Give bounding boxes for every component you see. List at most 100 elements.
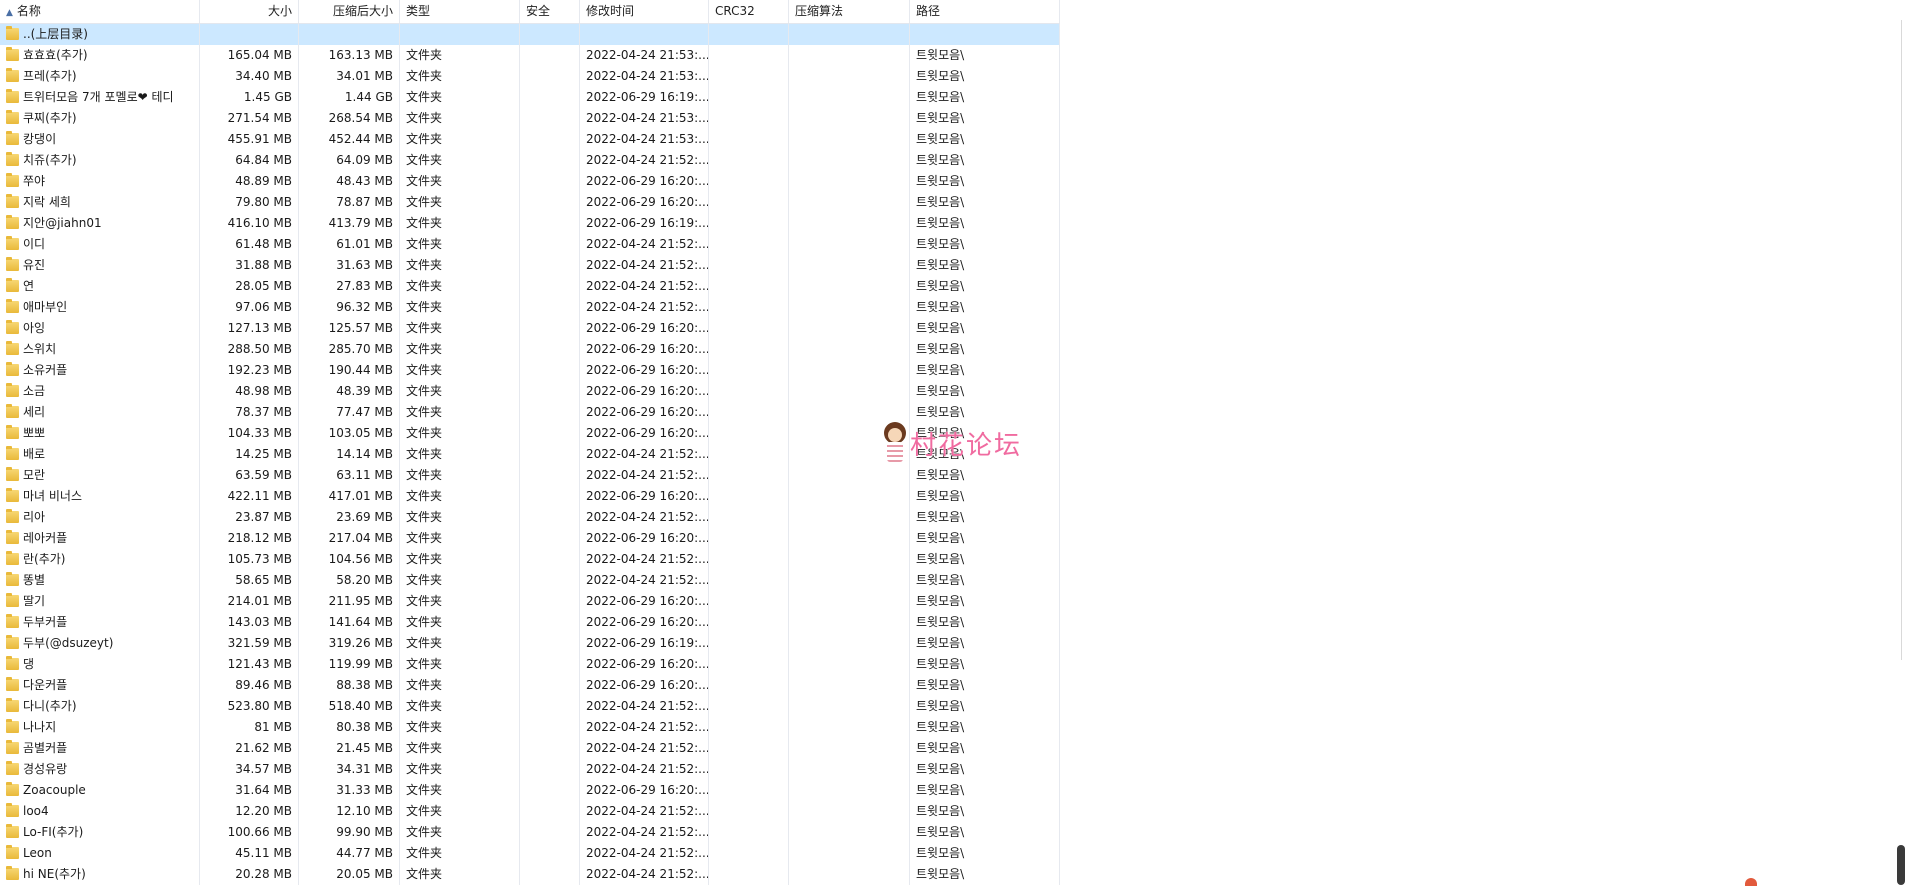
table-row[interactable]: 다운커플 89.46 MB 88.38 MB 文件夹 2022-06-29 16:20:… [0,675,1060,696]
row-size: 48.98 MB [200,381,299,402]
row-size: 78.37 MB [200,402,299,423]
row-name: 레아커플 [0,528,200,549]
row-modified: 2022-06-29 16:19:... [580,213,709,234]
row-packed-size: 119.99 MB [299,654,400,675]
table-row[interactable]: 리아 23.87 MB 23.69 MB 文件夹 2022-04-24 21:52:..… [0,507,1060,528]
table-row[interactable]: 란(추가) 105.73 MB 104.56 MB 文件夹 2022-04-24 21:… [0,549,1060,570]
row-path: 트윗모음\ [910,276,1060,297]
column-header-size[interactable]: 大小 [200,0,299,23]
row-size: 12.20 MB [200,801,299,822]
parent-directory-row[interactable]: ..(上层目录) [0,24,1060,45]
row-name-label: Zoacouple [23,783,86,797]
table-row[interactable]: 캉댕이 455.91 MB 452.44 MB 文件夹 2022-04-24 21:53… [0,129,1060,150]
table-row[interactable]: 나나지 81 MB 80.38 MB 文件夹 2022-04-24 21:52:... 트… [0,717,1060,738]
scrollbar-track[interactable] [1901,20,1902,660]
table-row[interactable]: hi NE(추가) 20.28 MB 20.05 MB 文件夹 2022-04-24 2… [0,864,1060,885]
row-path: 트윗모음\ [910,654,1060,675]
folder-icon [6,362,19,376]
folder-icon [6,236,19,250]
row-modified: 2022-06-29 16:20:... [580,192,709,213]
table-row[interactable]: Zoacouple 31.64 MB 31.33 MB 文件夹 2022-06-29 1… [0,780,1060,801]
row-modified: 2022-04-24 21:52:... [580,801,709,822]
table-row[interactable]: 댕 121.43 MB 119.99 MB 文件夹 2022-06-29 16:20:.… [0,654,1060,675]
row-type: 文件夹 [400,45,520,66]
row-type: 文件夹 [400,864,520,885]
column-header-type[interactable]: 类型 [400,0,520,23]
row-modified: 2022-06-29 16:20:... [580,339,709,360]
table-row[interactable]: 지안@jiahn01 416.10 MB 413.79 MB 文件夹 2022-06-2… [0,213,1060,234]
table-row[interactable]: 애마부인 97.06 MB 96.32 MB 文件夹 2022-04-24 21:52:… [0,297,1060,318]
scrollbar-thumb[interactable] [1897,845,1905,885]
table-row[interactable]: 소금 48.98 MB 48.39 MB 文件夹 2022-06-29 16:20:..… [0,381,1060,402]
row-name-label: 두부커플 [23,615,68,629]
table-row[interactable]: 두부(@dsuzeyt) 321.59 MB 319.26 MB 文件夹 2022-06… [0,633,1060,654]
row-crc [709,402,789,423]
row-size: 121.43 MB [200,654,299,675]
column-header-packed[interactable]: 压缩后大小 [299,0,400,23]
row-name: 지락 세희 [0,192,200,213]
row-security [520,423,580,444]
row-crc [709,465,789,486]
row-size: 34.57 MB [200,759,299,780]
table-row[interactable]: 소유커플 192.23 MB 190.44 MB 文件夹 2022-06-29 16:2… [0,360,1060,381]
row-crc [709,486,789,507]
row-modified: 2022-04-24 21:52:... [580,864,709,885]
table-row[interactable]: 유진 31.88 MB 31.63 MB 文件夹 2022-04-24 21:52:..… [0,255,1060,276]
table-row[interactable]: 딸기 214.01 MB 211.95 MB 文件夹 2022-06-29 16:20:… [0,591,1060,612]
folder-icon [6,299,19,313]
folder-icon [6,68,19,82]
column-header-security[interactable]: 安全 [520,0,580,23]
table-row[interactable]: 효효효(추가) 165.04 MB 163.13 MB 文件夹 2022-04-24 2… [0,45,1060,66]
table-row[interactable]: 아잉 127.13 MB 125.57 MB 文件夹 2022-06-29 16:20:… [0,318,1060,339]
row-type: 文件夹 [400,780,520,801]
column-header-modified[interactable]: 修改时间 [580,0,709,23]
column-header-crc[interactable]: CRC32 [709,0,789,23]
table-row[interactable]: 쿠찌(추가) 271.54 MB 268.54 MB 文件夹 2022-04-24 21… [0,108,1060,129]
table-row[interactable]: 프레(추가) 34.40 MB 34.01 MB 文件夹 2022-04-24 21:5… [0,66,1060,87]
column-header-path[interactable]: 路径 [910,0,1060,23]
table-row[interactable]: 지락 세희 79.80 MB 78.87 MB 文件夹 2022-06-29 16:20… [0,192,1060,213]
column-header-method[interactable]: 压缩算法 [789,0,910,23]
table-row[interactable]: 치쥬(추가) 64.84 MB 64.09 MB 文件夹 2022-04-24 21:5… [0,150,1060,171]
table-row[interactable]: 모란 63.59 MB 63.11 MB 文件夹 2022-04-24 21:52:..… [0,465,1060,486]
row-name: 나나지 [0,717,200,738]
table-row[interactable]: Lo-FI(추가) 100.66 MB 99.90 MB 文件夹 2022-04-24 … [0,822,1060,843]
row-path: 트윗모음\ [910,822,1060,843]
row-modified: 2022-06-29 16:20:... [580,171,709,192]
row-name: Zoacouple [0,780,200,801]
row-name: 유진 [0,255,200,276]
row-security [520,318,580,339]
table-row[interactable]: 트위터모음 7개 포멜로❤ 테디 1.45 GB 1.44 GB 文件夹 2022-06… [0,87,1060,108]
row-packed-size: 12.10 MB [299,801,400,822]
table-row[interactable]: 경성유랑 34.57 MB 34.31 MB 文件夹 2022-04-24 21:52:… [0,759,1060,780]
corner-decoration [1745,878,1757,886]
row-packed-size: 99.90 MB [299,822,400,843]
row-crc [709,717,789,738]
table-row[interactable]: 곰별커플 21.62 MB 21.45 MB 文件夹 2022-04-24 21:52:… [0,738,1060,759]
table-row[interactable]: loo4 12.20 MB 12.10 MB 文件夹 2022-04-24 21:52:… [0,801,1060,822]
row-type: 文件夹 [400,255,520,276]
table-row[interactable]: 다니(추가) 523.80 MB 518.40 MB 文件夹 2022-04-24 21… [0,696,1060,717]
table-row[interactable]: 이디 61.48 MB 61.01 MB 文件夹 2022-04-24 21:52:..… [0,234,1060,255]
table-row[interactable]: 똥별 58.65 MB 58.20 MB 文件夹 2022-04-24 21:52:..… [0,570,1060,591]
row-type: 文件夹 [400,213,520,234]
row-packed-size: 452.44 MB [299,129,400,150]
table-row[interactable]: 두부커플 143.03 MB 141.64 MB 文件夹 2022-06-29 16:2… [0,612,1060,633]
table-row[interactable]: Leon 45.11 MB 44.77 MB 文件夹 2022-04-24 21:52:… [0,843,1060,864]
row-path: 트윗모음\ [910,570,1060,591]
row-security [520,738,580,759]
table-row[interactable]: 레아커플 218.12 MB 217.04 MB 文件夹 2022-06-29 16:2… [0,528,1060,549]
row-size: 63.59 MB [200,465,299,486]
row-packed-size: 104.56 MB [299,549,400,570]
table-row[interactable]: 쭈야 48.89 MB 48.43 MB 文件夹 2022-06-29 16:20:..… [0,171,1060,192]
row-method [789,633,910,654]
row-path: 트윗모음\ [910,864,1060,885]
row-name: 지안@jiahn01 [0,213,200,234]
row-size: 58.65 MB [200,570,299,591]
row-modified: 2022-06-29 16:20:... [580,423,709,444]
column-header-name[interactable]: ▲ 名称 [0,0,200,23]
table-row[interactable]: 마녀 비너스 422.11 MB 417.01 MB 文件夹 2022-06-29 16… [0,486,1060,507]
table-row[interactable]: 연 28.05 MB 27.83 MB 文件夹 2022-04-24 21:52:...… [0,276,1060,297]
table-row[interactable]: 스위치 288.50 MB 285.70 MB 文件夹 2022-06-29 16:20… [0,339,1060,360]
row-name: 다운커플 [0,675,200,696]
